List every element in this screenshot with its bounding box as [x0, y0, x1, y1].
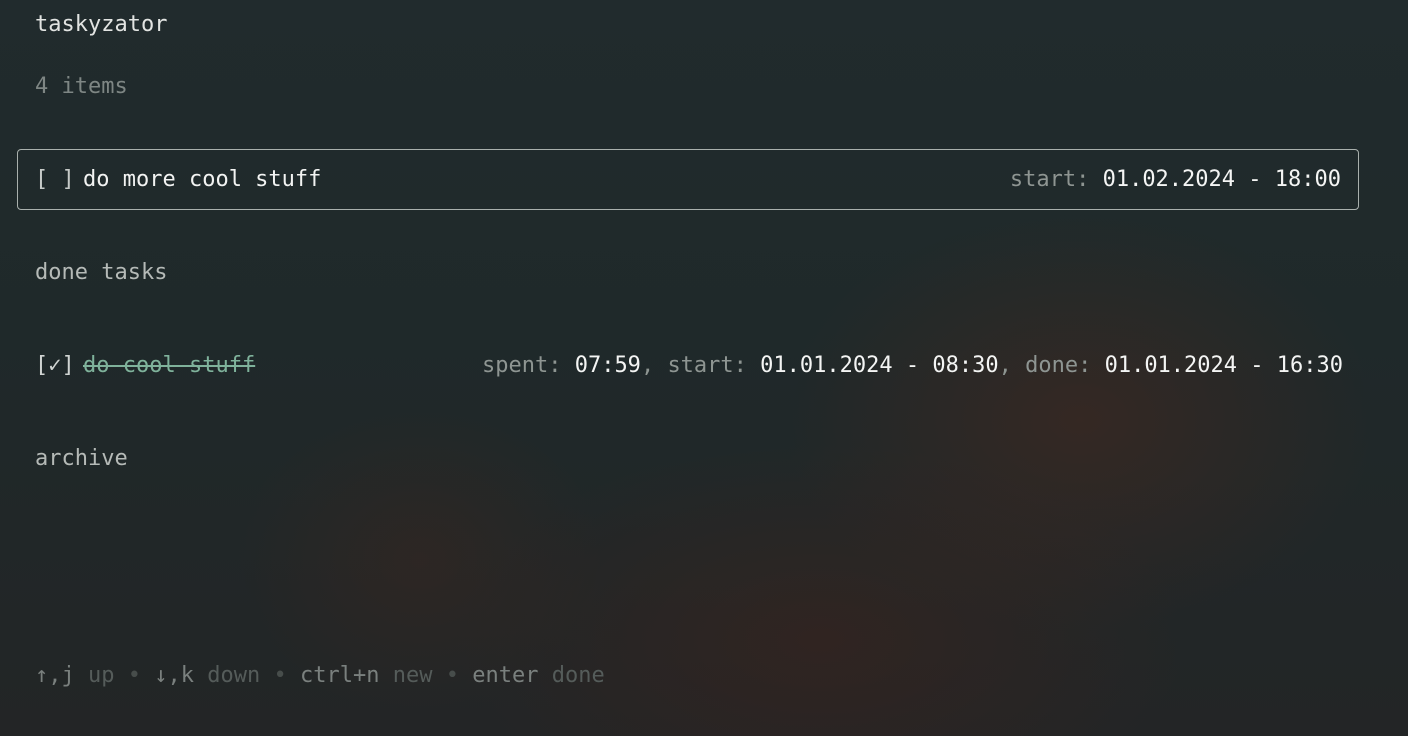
item-count: 4 items [35, 74, 128, 99]
start-label: start: [1009, 167, 1090, 192]
task-item-selected[interactable]: [ ] do more cool stuff start: 01.02.2024… [17, 149, 1359, 210]
spent-value: 07:59 [574, 353, 641, 378]
start-label: start: [667, 353, 747, 378]
done-task-item[interactable]: [✓] do cool stuff spent: 07:59, start: 0… [35, 353, 1343, 383]
task-app: taskyzator 4 items [ ] do more cool stuf… [0, 0, 1408, 736]
help-new-desc: new [392, 663, 433, 688]
start-value: 01.01.2024 - 08:30 [760, 353, 999, 378]
help-done-desc: done [551, 663, 605, 688]
help-bullet: • [127, 663, 141, 688]
help-bar: ↑,j up • ↓,k down • ctrl+n new • enter d… [35, 663, 605, 688]
task-meta: start: 01.02.2024 - 18:00 [1010, 167, 1341, 192]
start-value: 01.02.2024 - 18:00 [1102, 167, 1341, 192]
help-bullet: • [273, 663, 287, 688]
help-new-key: ctrl+n [299, 663, 380, 688]
help-up-desc: up [88, 663, 115, 688]
done-label: done: [1025, 353, 1092, 378]
task-checkbox-checked[interactable]: [✓] [35, 353, 75, 378]
task-checkbox[interactable]: [ ] [35, 167, 75, 192]
task-name: do more cool stuff [83, 167, 322, 192]
separator: , [998, 353, 1012, 378]
help-down-desc: down [207, 663, 261, 688]
archive-heading: archive [35, 446, 128, 471]
done-tasks-heading: done tasks [35, 260, 168, 285]
app-title: taskyzator [35, 12, 168, 37]
help-bullet: • [445, 663, 459, 688]
done-task-name: do cool stuff [83, 353, 256, 378]
help-down-key: ↓,k [154, 663, 194, 688]
spent-label: spent: [481, 353, 562, 378]
done-value: 01.01.2024 - 16:30 [1104, 353, 1343, 378]
help-done-key: enter [472, 663, 539, 688]
separator: , [640, 353, 655, 378]
help-up-key: ↑,j [35, 663, 75, 688]
done-task-meta: spent: 07:59, start: 01.01.2024 - 08:30,… [482, 353, 1343, 378]
